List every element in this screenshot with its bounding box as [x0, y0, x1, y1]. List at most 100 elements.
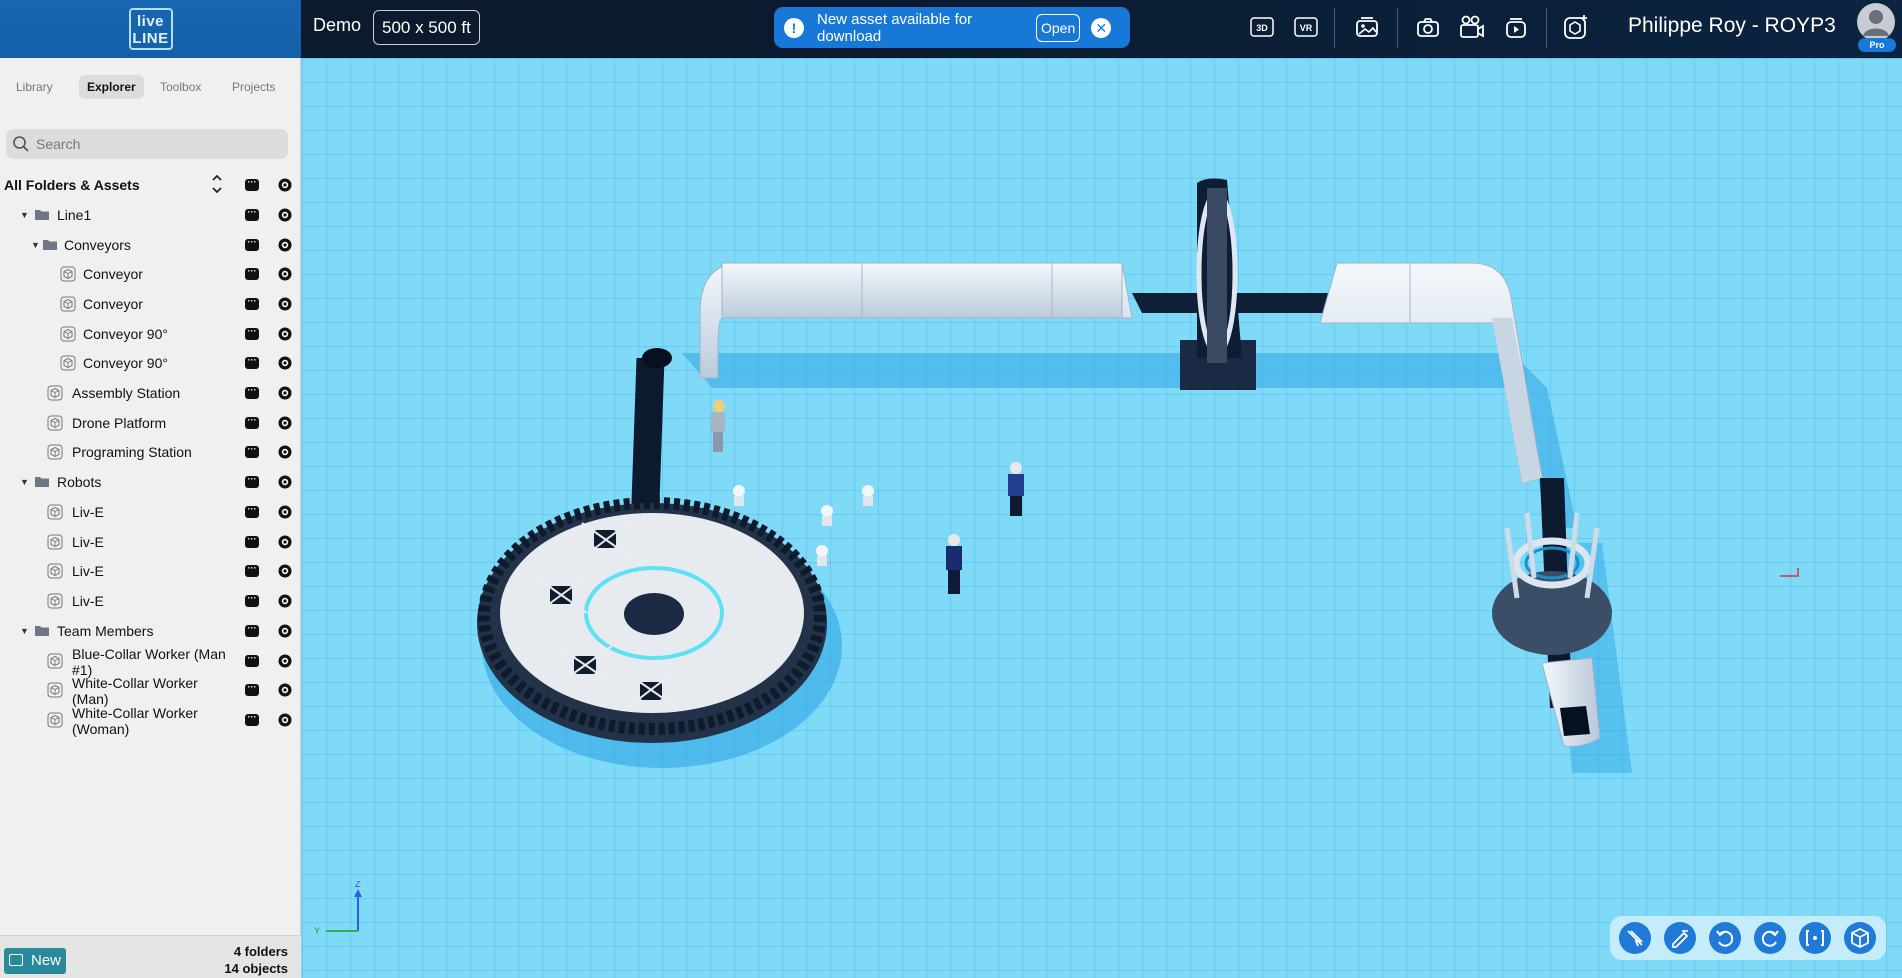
conveyor-end-opening — [1560, 706, 1590, 736]
visibility-eye-icon[interactable] — [277, 683, 293, 697]
more-options-icon[interactable]: ··· — [245, 505, 259, 518]
notification-banner: ! New asset available for download Open … — [774, 7, 1130, 48]
scene-size-button[interactable]: 500 x 500 ft — [373, 10, 480, 45]
tree-asset[interactable]: Assembly Station ··· — [0, 378, 301, 408]
tree-folder[interactable]: ▼ Robots ··· — [0, 467, 301, 497]
tree-folder[interactable]: ▼ Team Members ··· — [0, 616, 301, 646]
3d-viewport[interactable]: Z Y — [302, 58, 1902, 978]
cube-view-icon[interactable] — [1844, 922, 1876, 954]
visibility-eye-icon[interactable] — [277, 208, 293, 222]
visibility-eye-icon[interactable] — [277, 654, 293, 668]
visibility-eye-icon[interactable] — [277, 297, 293, 311]
more-options-icon[interactable]: ··· — [245, 327, 259, 340]
tab-toolbox[interactable]: Toolbox — [152, 75, 209, 99]
tree-asset[interactable]: Liv-E ··· — [0, 586, 301, 616]
recordings-icon[interactable] — [1503, 13, 1529, 41]
redo-icon[interactable] — [1754, 922, 1786, 954]
visibility-eye-icon[interactable] — [277, 386, 293, 400]
expand-caret-icon[interactable]: ▼ — [20, 210, 29, 220]
conveyor-top — [721, 262, 1123, 319]
notification-open-button[interactable]: Open — [1036, 13, 1081, 42]
view-3d-button[interactable]: 3D — [1250, 13, 1274, 41]
visibility-eye-icon[interactable] — [277, 624, 293, 638]
edit-icon[interactable] — [1664, 922, 1696, 954]
search-box[interactable] — [6, 129, 288, 159]
user-name[interactable]: Philippe Roy - ROYP3 — [1628, 14, 1836, 38]
more-options-icon[interactable]: ··· — [245, 178, 259, 191]
more-options-icon[interactable]: ··· — [245, 713, 259, 726]
tab-library[interactable]: Library — [8, 75, 61, 99]
visibility-eye-icon[interactable] — [277, 564, 293, 578]
more-options-icon[interactable]: ··· — [245, 535, 259, 548]
tree-asset[interactable]: Conveyor ··· — [0, 259, 301, 289]
tree-asset[interactable]: White-Collar Worker (Man) ··· — [0, 675, 301, 707]
tree-item-label: Liv-E — [72, 563, 104, 579]
collapse-all-icon[interactable] — [211, 174, 223, 199]
visibility-eye-icon[interactable] — [277, 445, 293, 459]
tree-item-label: Liv-E — [72, 593, 104, 609]
tree-asset[interactable]: Programing Station ··· — [0, 437, 301, 467]
tree-asset[interactable]: Liv-E ··· — [0, 527, 301, 557]
logo-area[interactable]: live LINE — [0, 0, 301, 58]
visibility-eye-icon[interactable] — [277, 535, 293, 549]
undo-icon[interactable] — [1709, 922, 1741, 954]
tree-root-label: All Folders & Assets — [4, 177, 140, 193]
expand-caret-icon[interactable]: ▼ — [20, 477, 29, 487]
asset-cube-icon — [47, 504, 63, 520]
select-off-icon[interactable] — [1619, 922, 1651, 954]
tree-asset[interactable]: Blue-Collar Worker (Man #1) ··· — [0, 646, 301, 678]
tree-folder[interactable]: ▼ Line1 ··· — [0, 200, 301, 230]
tree-item-label: Liv-E — [72, 534, 104, 550]
visibility-eye-icon[interactable] — [277, 713, 293, 727]
more-options-icon[interactable]: ··· — [245, 238, 259, 251]
tree-asset[interactable]: Conveyor ··· — [0, 289, 301, 319]
visibility-eye-icon[interactable] — [277, 267, 293, 281]
tree-asset[interactable]: Liv-E ··· — [0, 556, 301, 586]
tree-folder[interactable]: ▼ Conveyors ··· — [0, 230, 301, 260]
visibility-eye-icon[interactable] — [277, 594, 293, 608]
more-options-icon[interactable]: ··· — [245, 445, 259, 458]
toolbar-divider — [1397, 8, 1398, 48]
visibility-eye-icon[interactable] — [277, 356, 293, 370]
focus-icon[interactable] — [1799, 922, 1831, 954]
visibility-eye-icon[interactable] — [277, 238, 293, 252]
more-options-icon[interactable]: ··· — [245, 564, 259, 577]
expand-caret-icon[interactable]: ▼ — [31, 240, 40, 250]
more-options-icon[interactable]: ··· — [245, 386, 259, 399]
more-options-icon[interactable]: ··· — [245, 208, 259, 221]
notification-close-icon[interactable]: ✕ — [1091, 17, 1112, 38]
more-options-icon[interactable]: ··· — [245, 267, 259, 280]
tree-asset[interactable]: Drone Platform ··· — [0, 408, 301, 438]
visibility-eye-icon[interactable] — [277, 178, 293, 192]
video-camera-icon[interactable] — [1458, 13, 1486, 41]
more-options-icon[interactable]: ··· — [245, 475, 259, 488]
gallery-icon[interactable] — [1354, 13, 1380, 41]
view-vr-button[interactable]: VR — [1294, 13, 1318, 41]
visibility-eye-icon[interactable] — [277, 327, 293, 341]
more-options-icon[interactable]: ··· — [245, 594, 259, 607]
more-options-icon[interactable]: ··· — [245, 683, 259, 696]
tab-projects[interactable]: Projects — [224, 75, 283, 99]
tree-item-label: Programing Station — [72, 444, 192, 460]
more-options-icon[interactable]: ··· — [245, 356, 259, 369]
more-options-icon[interactable]: ··· — [245, 297, 259, 310]
expand-caret-icon[interactable]: ▼ — [20, 626, 29, 636]
search-input[interactable] — [36, 129, 276, 159]
new-folder-button[interactable]: New — [4, 948, 66, 974]
tab-explorer[interactable]: Explorer — [79, 75, 144, 99]
tree-asset[interactable]: Conveyor 90° ··· — [0, 319, 301, 349]
tree-asset[interactable]: Conveyor 90° ··· — [0, 348, 301, 378]
tree-asset[interactable]: Liv-E ··· — [0, 497, 301, 527]
asset-cube-icon — [47, 563, 63, 579]
tree-asset[interactable]: White-Collar Worker (Woman) ··· — [0, 705, 301, 737]
add-asset-icon[interactable] — [1562, 13, 1590, 41]
tree-root[interactable]: All Folders & Assets ··· — [0, 170, 301, 200]
visibility-eye-icon[interactable] — [277, 416, 293, 430]
visibility-eye-icon[interactable] — [277, 475, 293, 489]
more-options-icon[interactable]: ··· — [245, 416, 259, 429]
visibility-eye-icon[interactable] — [277, 505, 293, 519]
pro-badge: Pro — [1858, 38, 1896, 52]
camera-icon[interactable] — [1415, 13, 1441, 41]
more-options-icon[interactable]: ··· — [245, 624, 259, 637]
more-options-icon[interactable]: ··· — [245, 654, 259, 667]
